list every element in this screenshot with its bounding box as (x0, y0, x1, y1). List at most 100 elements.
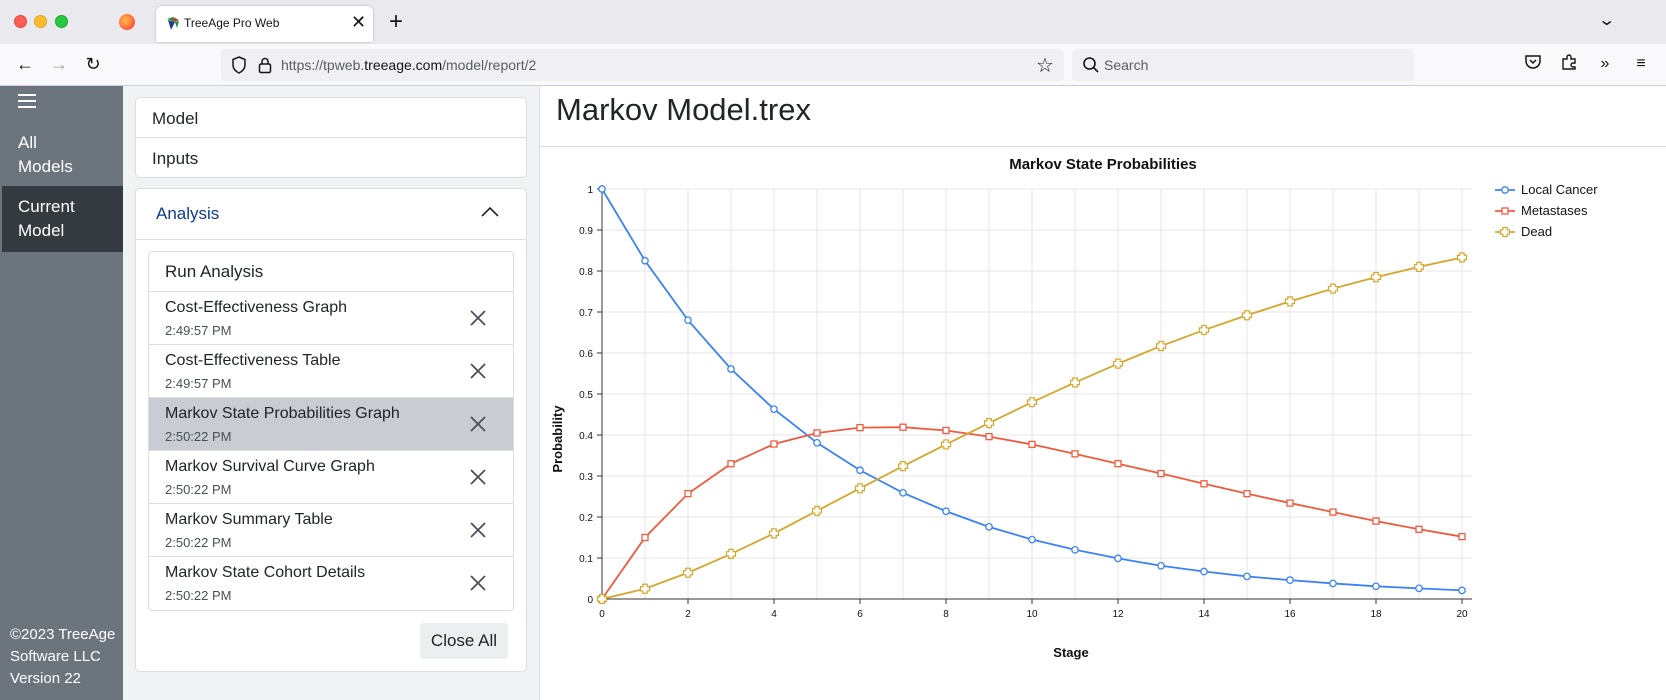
x-tick-label: 14 (1198, 609, 1210, 620)
new-tab-button[interactable]: + (389, 8, 403, 36)
close-all-button[interactable]: Close All (420, 623, 508, 659)
data-point (897, 461, 909, 472)
model-link[interactable]: Model (136, 98, 526, 138)
search-icon (1083, 57, 1099, 73)
x-tick-label: 2 (685, 609, 691, 620)
data-point (899, 488, 907, 497)
legend-label: Dead (1521, 224, 1552, 239)
data-point (598, 185, 606, 193)
chart-legend[interactable]: Local Cancer Metastases Dead (1495, 182, 1598, 239)
analysis-item-cost-effectiveness-table[interactable]: Cost-Effectiveness Table 2:49:57 PM (149, 345, 513, 398)
x-tick-label: 12 (1112, 609, 1124, 620)
lock-icon[interactable] (257, 56, 273, 74)
data-point (1155, 340, 1167, 352)
search-input[interactable]: Search (1072, 49, 1414, 81)
data-point (1198, 324, 1210, 336)
more-tools-chevron-icon[interactable]: » (1594, 53, 1616, 75)
analysis-title: Analysis (156, 204, 220, 223)
data-point (768, 528, 780, 539)
legend-item-dead[interactable]: Dead (1495, 224, 1552, 239)
data-point (1069, 377, 1081, 388)
chart-title: Markov State Probabilities (1009, 156, 1197, 173)
analysis-item-title: Cost-Effectiveness Table (165, 352, 341, 369)
analysis-item-time: 2:49:57 PM (165, 323, 232, 338)
pocket-icon[interactable] (1522, 53, 1544, 75)
data-point (1458, 533, 1466, 541)
data-point (1200, 480, 1208, 488)
version-text: Version 22 (10, 670, 81, 687)
data-point (727, 460, 735, 468)
close-icon[interactable] (469, 415, 487, 433)
legend-label: Local Cancer (1521, 182, 1598, 197)
analysis-item-time: 2:50:22 PM (165, 535, 232, 550)
data-point (1329, 579, 1337, 588)
menu-hamburger-icon[interactable]: ≡ (1630, 53, 1652, 75)
data-point (1286, 576, 1294, 584)
x-tick-label: 8 (943, 609, 949, 620)
shield-icon[interactable] (231, 56, 247, 74)
window-minimize-button[interactable] (34, 15, 47, 28)
x-tick-label: 6 (857, 609, 863, 620)
browser-tab-bar: TreeAge Pro Web ✕ + ⌄ (0, 0, 1666, 44)
close-icon[interactable] (469, 574, 487, 592)
analysis-item-time: 2:50:22 PM (165, 482, 232, 497)
window-close-button[interactable] (14, 15, 27, 28)
data-point (639, 583, 651, 594)
analysis-item-title: Markov State Cohort Details (165, 564, 366, 581)
data-point (725, 548, 737, 559)
close-icon[interactable] (469, 468, 487, 486)
hamburger-menu-icon[interactable] (18, 94, 36, 108)
treeage-favicon-icon (167, 17, 179, 30)
copyright-text: ©2023 TreeAge Software LLC (10, 624, 115, 668)
reload-icon[interactable]: ↻ (82, 53, 104, 75)
nav-current-model[interactable]: Current Model (2, 186, 123, 252)
back-arrow-icon[interactable]: ← (14, 53, 36, 75)
x-tick-label: 4 (771, 609, 777, 620)
report-sidebar: Model Inputs Analysis Run Analysis Cost-… (123, 86, 539, 700)
y-tick-label: 0.2 (579, 513, 593, 524)
chevron-up-icon[interactable] (481, 206, 499, 218)
bookmark-star-icon[interactable]: ☆ (1036, 53, 1054, 78)
data-point (856, 466, 864, 475)
legend-item-local-cancer[interactable]: Local Cancer (1495, 182, 1598, 197)
analysis-item-cost-effectiveness-graph[interactable]: Cost-Effectiveness Graph 2:49:57 PM (149, 292, 513, 345)
chart-x-axis-label: Stage (1053, 645, 1088, 660)
inputs-link[interactable]: Inputs (136, 138, 526, 178)
data-point (1200, 567, 1208, 576)
list-tabs-chevron-icon[interactable]: ⌄ (1597, 10, 1616, 30)
analysis-item-title: Markov State Probabilities Graph (165, 405, 400, 422)
extensions-puzzle-icon[interactable] (1558, 53, 1580, 75)
tab-title: TreeAge Pro Web (184, 16, 280, 30)
app-root: All Models Current Model ©2023 TreeAge S… (0, 86, 1666, 700)
x-tick-label: 18 (1370, 609, 1382, 620)
browser-tab[interactable]: TreeAge Pro Web ✕ (156, 6, 373, 42)
window-zoom-button[interactable] (55, 15, 68, 28)
close-icon[interactable] (469, 521, 487, 539)
analysis-item-markov-summary-table[interactable]: Markov Summary Table 2:50:22 PM (149, 504, 513, 557)
close-icon[interactable] (469, 309, 487, 327)
url-bar[interactable]: https://tpweb.treeage.com/model/report/2… (221, 49, 1064, 81)
data-point (1456, 252, 1468, 263)
data-point (1071, 450, 1079, 458)
analysis-header[interactable]: Analysis (136, 189, 526, 240)
y-tick-label: 0.1 (579, 554, 593, 565)
analysis-item-markov-survival-curve-graph[interactable]: Markov Survival Curve Graph 2:50:22 PM (149, 451, 513, 504)
y-tick-label: 0.3 (579, 472, 593, 483)
analysis-item-title: Markov Summary Table (165, 511, 333, 528)
model-inputs-card: Model Inputs (135, 97, 527, 178)
data-point (1501, 207, 1509, 215)
y-tick-label: 0.7 (579, 308, 593, 319)
tab-close-icon[interactable]: ✕ (351, 12, 366, 32)
analysis-item-markov-state-cohort-details[interactable]: Markov State Cohort Details 2:50:22 PM (149, 557, 513, 610)
url-text[interactable]: https://tpweb.treeage.com/model/report/2 (281, 57, 536, 73)
run-analysis-button[interactable]: Run Analysis (149, 252, 513, 292)
firefox-icon[interactable] (119, 14, 135, 30)
report-main: Markov Model.trex Markov State Probabili… (539, 86, 1666, 700)
forward-arrow-icon[interactable]: → (48, 53, 70, 75)
analysis-item-time: 2:49:57 PM (165, 376, 232, 391)
data-point (1372, 582, 1380, 591)
close-icon[interactable] (469, 362, 487, 380)
nav-all-models[interactable]: All Models (18, 131, 73, 179)
analysis-item-markov-state-probabilities-graph[interactable]: Markov State Probabilities Graph 2:50:22… (149, 398, 513, 451)
legend-item-metastases[interactable]: Metastases (1495, 203, 1588, 218)
